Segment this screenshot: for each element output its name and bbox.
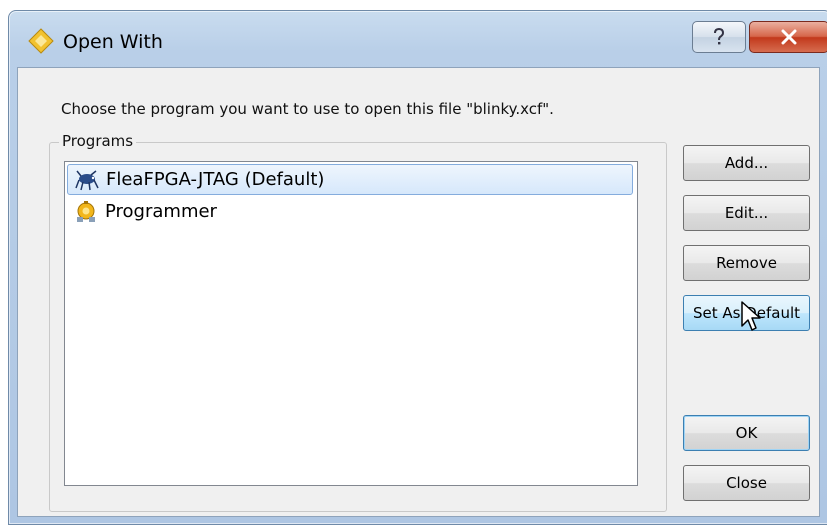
prompt-text: Choose the program you want to use to op… <box>61 100 554 118</box>
programs-group-label: Programs <box>59 132 137 150</box>
close-window-button[interactable] <box>749 21 827 53</box>
programs-list[interactable]: FleaFPGA-JTAG (Default) Programmer <box>64 161 638 486</box>
remove-button[interactable]: Remove <box>683 245 810 281</box>
open-with-dialog: Open With Choose the program you want to… <box>8 10 827 525</box>
ok-button[interactable]: OK <box>683 415 810 451</box>
list-item-label: FleaFPGA-JTAG (Default) <box>106 169 325 190</box>
programmer-icon <box>77 200 95 222</box>
help-icon <box>714 27 725 45</box>
list-item-programmer[interactable]: Programmer <box>67 196 633 227</box>
help-button[interactable] <box>692 21 746 53</box>
window-title: Open With <box>63 31 163 53</box>
close-button[interactable]: Close <box>683 465 810 501</box>
edit-button[interactable]: Edit... <box>683 195 810 231</box>
dialog-body: Choose the program you want to use to op… <box>17 67 820 517</box>
add-button[interactable]: Add... <box>683 145 810 181</box>
app-diamond-icon <box>28 28 54 54</box>
list-item-label: Programmer <box>105 201 217 222</box>
flea-icon <box>75 169 99 190</box>
title-bar[interactable]: Open With <box>9 11 827 67</box>
close-icon <box>781 29 797 45</box>
list-item-fleafpga-jtag[interactable]: FleaFPGA-JTAG (Default) <box>67 164 633 195</box>
mouse-cursor-icon <box>741 301 761 331</box>
